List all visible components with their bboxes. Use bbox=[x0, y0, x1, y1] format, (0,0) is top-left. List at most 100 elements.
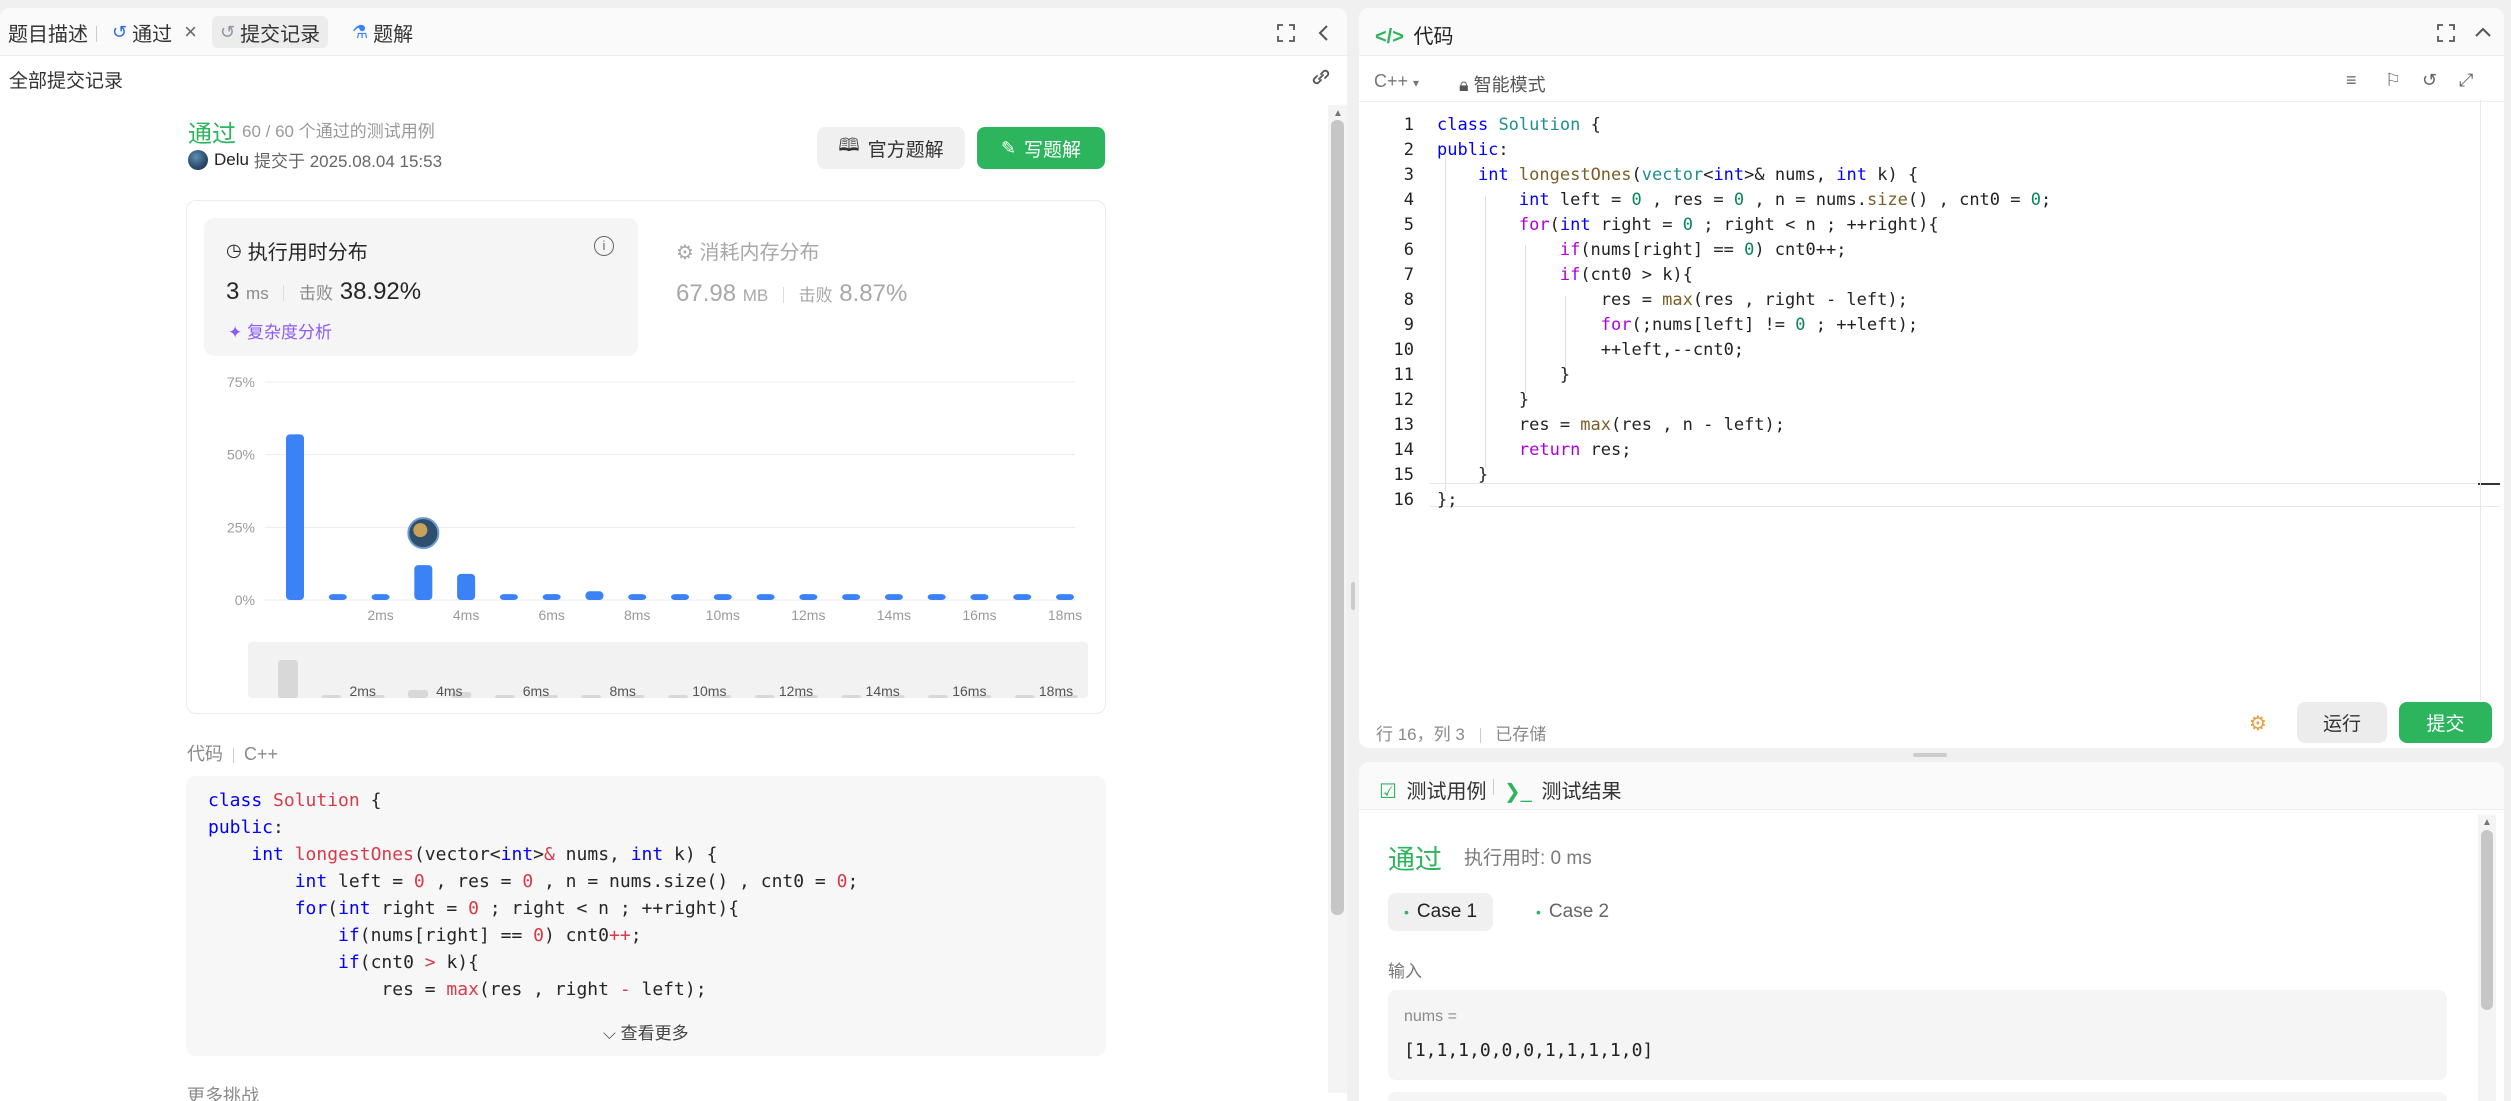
reset-icon[interactable]: ↺ bbox=[2422, 70, 2437, 91]
fullscreen-icon[interactable] bbox=[2436, 23, 2456, 43]
expand-icon[interactable]: ⤢ bbox=[2459, 70, 2473, 91]
editor-scrollbar[interactable] bbox=[2480, 100, 2481, 700]
bookmark-icon[interactable]: ⚐ bbox=[2385, 70, 2401, 91]
overview-tick-label: 10ms bbox=[692, 683, 726, 699]
editor-title: </> 代码 bbox=[1375, 20, 1453, 49]
chart-bar bbox=[628, 594, 647, 600]
avatar[interactable] bbox=[188, 149, 208, 170]
runtime-title: ◷ 执行用时分布 bbox=[226, 236, 368, 265]
chart-bar bbox=[970, 594, 989, 600]
line-number: 5 bbox=[1403, 215, 1414, 235]
input-value-box bbox=[1388, 990, 2447, 1080]
runtime-beats: 38.92% bbox=[339, 278, 422, 305]
tab-solutions[interactable]: ⚗ 题解 bbox=[344, 16, 421, 48]
scroll-up-icon[interactable]: ▲ bbox=[1333, 108, 1343, 119]
overview-tick-label: 14ms bbox=[866, 683, 900, 699]
chart-bar bbox=[499, 594, 518, 600]
overview-bar bbox=[581, 695, 602, 698]
overview-tick-label: 8ms bbox=[609, 683, 635, 699]
info-icon[interactable]: i bbox=[594, 236, 614, 256]
tab-submissions[interactable]: ↺ 提交记录 bbox=[212, 16, 329, 48]
line-number: 7 bbox=[1403, 265, 1414, 285]
overview-bar bbox=[928, 695, 948, 698]
editor-line: } bbox=[1437, 365, 1571, 385]
case-2-tab[interactable]: • Case 2 bbox=[1520, 893, 1625, 931]
x-tick-label: 16ms bbox=[962, 607, 996, 623]
runtime-distribution-chart[interactable]: 0% 25% 50% 75% 2ms 4ms 6ms 8ms 10ms 12ms 14ms 16ms 1… bbox=[200, 370, 1100, 700]
x-tick-label: 8ms bbox=[624, 607, 650, 623]
smart-mode-toggle[interactable]: 🔒︎ 智能模式 bbox=[1459, 71, 1546, 97]
username[interactable]: Delu bbox=[214, 150, 249, 170]
line-number: 4 bbox=[1403, 190, 1414, 210]
editor-line: if(cnt0 > k){ bbox=[1559, 265, 1693, 285]
chevron-up-icon[interactable] bbox=[2474, 26, 2492, 38]
edit-icon: ✎ bbox=[1000, 137, 1017, 158]
saved-status: 已存储 bbox=[1495, 725, 1547, 744]
tab-divider bbox=[96, 26, 97, 42]
submitter-line: Delu 提交于 2025.08.04 15:53 bbox=[188, 147, 442, 172]
code-line: if(cnt0 > k){ bbox=[338, 952, 479, 973]
chart-bar bbox=[286, 434, 304, 600]
lock-icon: 🔒︎ bbox=[1459, 75, 1469, 95]
complexity-analysis-link[interactable]: ✦ 复杂度分析 bbox=[228, 318, 332, 343]
x-tick-label: 2ms bbox=[367, 607, 393, 623]
overview-bar bbox=[754, 695, 775, 698]
overview-tick-label: 16ms bbox=[952, 683, 986, 699]
overview-bar bbox=[841, 695, 862, 698]
history-icon: ↺ bbox=[112, 21, 128, 42]
language-select[interactable]: C++ ▾ bbox=[1374, 71, 1419, 92]
line-number: 11 bbox=[1393, 365, 1414, 385]
line-number: 10 bbox=[1393, 340, 1414, 360]
left-scrollbar-thumb[interactable] bbox=[1331, 120, 1344, 915]
tab-passed[interactable]: ↺ 通过 × bbox=[104, 16, 205, 48]
smart-mode-label: 智能模式 bbox=[1473, 75, 1546, 95]
code-line: res = max(res , right - left); bbox=[208, 979, 707, 1000]
see-more-button[interactable]: ⌵ 查看更多 bbox=[603, 1019, 689, 1044]
book-icon: 🕮 bbox=[838, 135, 860, 155]
chevron-down-icon: ▾ bbox=[1413, 76, 1420, 90]
collapse-left-icon[interactable] bbox=[1316, 23, 1330, 43]
code-line: int left = 0 , res = 0 , n = nums.size()… bbox=[294, 871, 859, 892]
cursor-position: 行 16，列 3 bbox=[1376, 725, 1465, 744]
ai-assistant-icon[interactable]: ⚙ bbox=[2249, 711, 2267, 736]
results-scrollbar-thumb[interactable] bbox=[2481, 830, 2493, 1010]
memory-title[interactable]: ⚙ 消耗内存分布 bbox=[676, 236, 820, 265]
resize-handle[interactable] bbox=[1351, 582, 1355, 610]
input-variable-value: [1,1,1,0,0,0,1,1,1,1,0] bbox=[1404, 1040, 1654, 1061]
panel-divider[interactable] bbox=[1347, 0, 1359, 1101]
case-1-tab[interactable]: • Case 1 bbox=[1388, 893, 1494, 931]
test-runtime: 执行用时: 0 ms bbox=[1464, 848, 1592, 869]
overview-bar bbox=[408, 690, 428, 698]
tab-passed-label: 通过 bbox=[132, 23, 173, 46]
write-solution-label: 写题解 bbox=[1024, 139, 1082, 161]
close-tab-icon[interactable]: × bbox=[184, 19, 197, 45]
tab-description-label: 题目描述 bbox=[8, 23, 88, 46]
minimap-cursor bbox=[2478, 483, 2500, 485]
official-solution-button[interactable]: 🕮 官方题解 bbox=[817, 127, 965, 169]
history-icon: ↺ bbox=[220, 21, 236, 42]
run-button[interactable]: 运行 bbox=[2297, 702, 2387, 743]
submitted-code-block[interactable]: class Solution { public: int longestOnes… bbox=[186, 776, 1106, 1056]
runtime-value: 3 bbox=[226, 278, 240, 305]
editor-line: int left = 0 , res = 0 , n = nums.size()… bbox=[1518, 190, 2052, 210]
submit-button[interactable]: 提交 bbox=[2399, 702, 2492, 743]
x-tick-label: 6ms bbox=[538, 607, 564, 623]
y-tick-label: 25% bbox=[227, 519, 255, 535]
tab-test-cases-label: 测试用例 bbox=[1406, 781, 1487, 803]
share-link-icon[interactable] bbox=[1308, 64, 1334, 90]
all-submissions-link[interactable]: 全部提交记录 bbox=[9, 66, 123, 93]
code-section-label: 代码 C++ bbox=[187, 740, 278, 766]
overview-tick-label: 2ms bbox=[349, 683, 375, 699]
tab-test-results[interactable]: ❯_ 测试结果 bbox=[1504, 775, 1621, 804]
tab-description[interactable]: 题目描述 bbox=[0, 16, 96, 48]
write-solution-button[interactable]: ✎ 写题解 bbox=[977, 127, 1105, 169]
line-number: 9 bbox=[1403, 315, 1414, 335]
horizontal-resize-handle[interactable] bbox=[1913, 753, 1947, 757]
scroll-up-icon[interactable]: ▲ bbox=[2482, 817, 2492, 828]
format-icon[interactable]: ≡ bbox=[2346, 70, 2357, 91]
tab-test-cases[interactable]: ☑ 测试用例 bbox=[1379, 775, 1487, 804]
code-line: public: bbox=[208, 817, 284, 838]
memory-metric: 67.98 MB 击败 8.87% bbox=[676, 280, 907, 308]
fullscreen-icon[interactable] bbox=[1276, 23, 1296, 43]
line-number: 2 bbox=[1403, 140, 1414, 160]
